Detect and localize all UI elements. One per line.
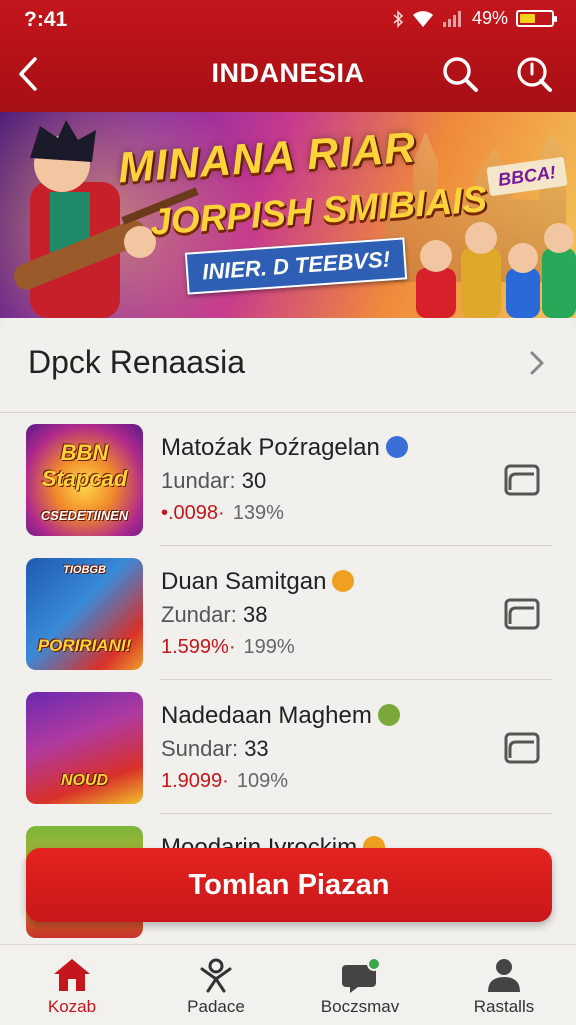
people-icon [200, 958, 232, 993]
item-sub-label: Sundar: [161, 736, 239, 761]
status-icons: 49% [392, 8, 557, 29]
search-alt-icon [517, 57, 552, 92]
banner-crowd-illustration [416, 222, 576, 318]
battery-fill [520, 14, 535, 23]
item-sub-value: 38 [242, 602, 268, 627]
item-thumbnail: TIOBGB PORIRIANI! [26, 558, 143, 670]
item-name: Duan Samitgan [161, 568, 355, 596]
battery-icon [516, 10, 557, 27]
item-stat-secondary: 109% [236, 770, 288, 792]
list-item[interactable]: TIOBGB PORIRIANI! Duan Samitgan Zundar: … [0, 546, 576, 680]
item-stat-secondary: 139% [232, 502, 284, 524]
item-name: Matoźak Poźragelan [161, 434, 408, 462]
chevron-right-icon[interactable] [522, 348, 552, 378]
thumbnail-title: NOUD [60, 772, 109, 789]
item-name-text: Nadedaan Maghem [161, 702, 372, 729]
item-sub-label: Zundar: [161, 602, 237, 627]
item-action-icon[interactable] [502, 460, 542, 500]
list-item[interactable]: NOUD Nadedaan Maghem Sundar: 33 1.9099· 1… [0, 680, 576, 814]
status-time: ?:41 [24, 8, 68, 31]
battery-percent: 49% [471, 8, 508, 28]
thumbnail-title: PORIRIANI! [37, 636, 132, 655]
nav-item-people[interactable]: Padace [144, 945, 288, 1025]
emoji-icon [385, 436, 408, 458]
item-stats: 1.599%· 199% [161, 636, 295, 659]
item-stat-primary: 1.9099· [161, 770, 229, 792]
list-item[interactable]: BBN Stapcad CSEDETIINEN Matoźak Poźragel… [0, 412, 576, 546]
item-stats: 1.9099· 109% [161, 770, 288, 793]
item-action-icon[interactable] [502, 594, 542, 634]
item-stat-primary: •.0098· [161, 502, 225, 524]
item-subtitle: Sundar: 33 [161, 736, 269, 762]
primary-action-button[interactable]: Tomlan Piazan [26, 848, 552, 922]
status-bar: ?:41 49% [0, 0, 576, 40]
bluetooth-icon [393, 9, 404, 28]
item-subtitle: Zundar: 38 [161, 602, 267, 628]
thumbnail-subtitle: CSEDETIINEN [40, 508, 129, 523]
wifi-icon [412, 10, 433, 27]
signal-icon [442, 10, 461, 27]
search-alt-button[interactable] [514, 52, 554, 96]
search-icon [443, 57, 478, 92]
item-name-text: Duan Samitgan [161, 568, 327, 595]
promo-banner[interactable]: MINANA RIAR JORPISH SMIBIAIS INIER. D TE… [0, 112, 576, 318]
item-sub-value: 33 [244, 736, 269, 761]
nav-label: Boczsmav [320, 997, 400, 1016]
item-stat-primary: 1.599%· [161, 636, 236, 658]
emoji-icon [332, 570, 355, 592]
nav-label: Padace [187, 997, 245, 1016]
item-name: Nadedaan Maghem [161, 702, 400, 730]
item-action-icon[interactable] [502, 728, 542, 768]
section-title: Dpck Renaasia [28, 344, 245, 380]
item-subtitle: 1undar: 30 [161, 468, 266, 494]
item-thumbnail: NOUD [26, 692, 143, 804]
thumbnail-title: BBN Stapcad [41, 440, 128, 491]
item-stat-secondary: 199% [243, 636, 295, 658]
section-header[interactable]: Dpck Renaasia [0, 318, 576, 413]
item-sub-label: 1undar: [161, 468, 236, 493]
nav-label: Rastalls [473, 997, 535, 1016]
nav-item-home[interactable]: Kozab [0, 945, 144, 1025]
search-button[interactable] [440, 52, 480, 96]
nav-item-chat[interactable]: Boczsmav [288, 945, 432, 1025]
thumbnail-subtitle: TIOBGB [63, 564, 106, 576]
item-stats: •.0098· 139% [161, 502, 284, 525]
item-name-text: Matoźak Poźragelan [161, 434, 380, 461]
page-title: INDANESIA [211, 58, 365, 88]
item-sub-value: 30 [241, 468, 267, 493]
user-icon [488, 959, 520, 992]
nav-item-profile[interactable]: Rastalls [432, 945, 576, 1025]
home-icon [54, 959, 90, 991]
bottom-nav: Kozab Padace Boczsmav Rastalls [0, 944, 576, 1025]
nav-label: Kozab [47, 997, 97, 1016]
chat-icon [342, 957, 380, 993]
emoji-icon [377, 704, 400, 726]
top-bar: ?:41 49% INDANESIA [0, 0, 576, 112]
item-thumbnail: BBN Stapcad CSEDETIINEN [26, 424, 143, 536]
